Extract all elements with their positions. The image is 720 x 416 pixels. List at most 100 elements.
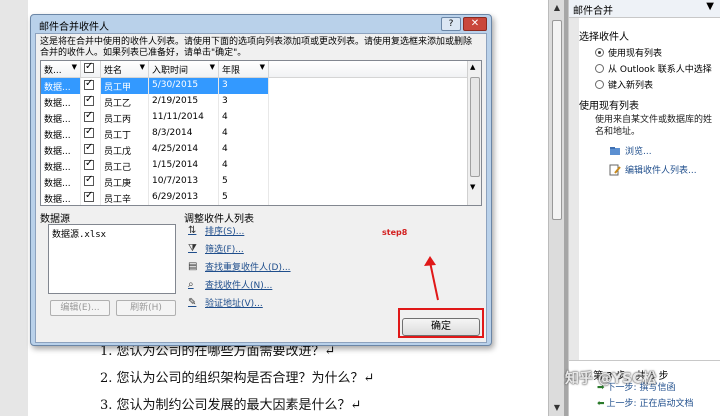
table-cell-checkbox (81, 174, 101, 190)
mail-merge-recipients-dialog: 邮件合并收件人 ? ✕ 这是将在合并中使用的收件人列表。请使用下面的选项向列表添… (30, 14, 492, 346)
step-annotation: step8 (382, 228, 408, 237)
column-header-years[interactable]: 年限 ▼ (219, 61, 269, 77)
table-cell: 5/30/2015 (149, 78, 219, 94)
table-row[interactable]: 数据... 员工乙2/19/20153 (41, 94, 481, 110)
table-cell: 3 (219, 78, 269, 94)
table-cell: 数据... (41, 142, 81, 158)
dialog-instructions: 这是将在合并中使用的收件人列表。请使用下面的选项向列表添加项或更改列表。请使用复… (40, 37, 473, 58)
scroll-up-icon[interactable]: ▲ (551, 2, 563, 14)
table-cell-checkbox (81, 142, 101, 158)
option-label: 从 Outlook 联系人中选择 (608, 65, 712, 75)
option-label: 使用现有列表 (608, 49, 663, 59)
row-checkbox[interactable] (84, 158, 94, 170)
use-existing-heading: 使用现有列表 (579, 101, 639, 112)
validate-address-link[interactable]: ✎ 验证地址(V)... (188, 296, 263, 310)
table-cell: 员工戊 (101, 142, 149, 158)
find-icon: ⌕ (188, 278, 194, 290)
table-cell: 5 (219, 174, 269, 190)
table-cell: 4 (219, 110, 269, 126)
table-cell: 数据... (41, 190, 81, 205)
task-pane-header: 邮件合并 ▼ (569, 0, 720, 18)
find-recipient-link[interactable]: ⌕ 查找收件人(N)... (188, 278, 272, 292)
table-row[interactable]: 数据... 员工丙11/11/20144 (41, 110, 481, 126)
recipient-list[interactable]: 数...▼ 姓名▼ 入职时间▼ 年限▼ 数据...员工甲5/30/20153数据… (40, 60, 482, 206)
table-row[interactable]: 数据... 员工戊4/25/20144 (41, 142, 481, 158)
scroll-up-icon[interactable]: ▲ (470, 63, 475, 71)
column-header-hire-date[interactable]: 入职时间 ▼ (149, 61, 219, 77)
filter-icon: ⧩ (188, 242, 197, 254)
edit-list-icon (609, 164, 621, 176)
table-row[interactable]: 数据... 员工辛6/29/20135 (41, 190, 481, 205)
refresh-source-button[interactable]: 刷新(H) (116, 300, 176, 316)
data-source-label: 数据源 (40, 214, 70, 225)
table-cell: 员工丁 (101, 126, 149, 142)
highlight-box (398, 308, 484, 338)
table-cell: 4 (219, 158, 269, 174)
table-cell: 4/25/2014 (149, 142, 219, 158)
radio-icon[interactable] (595, 80, 604, 89)
recipient-list-header: 数...▼ 姓名▼ 入职时间▼ 年限▼ (41, 61, 481, 78)
row-checkbox[interactable] (84, 142, 94, 154)
table-cell: 2/19/2015 (149, 94, 219, 110)
row-checkbox[interactable] (84, 174, 94, 186)
find-duplicates-link[interactable]: ▤ 查找重复收件人(D)... (188, 260, 291, 274)
data-source-list[interactable]: 数据源.xlsx (48, 224, 176, 294)
document-scrollbar[interactable]: ▲ ▼ (548, 0, 564, 416)
option-use-existing[interactable]: 使用现有列表 (595, 46, 712, 59)
sort-link[interactable]: ⇅ 排序(S)... (188, 224, 244, 238)
table-cell: 员工庚 (101, 174, 149, 190)
document-left-margin (0, 0, 28, 416)
option-label: 键入新列表 (608, 81, 654, 91)
table-cell: 数据... (41, 126, 81, 142)
previous-step-link[interactable]: ⬅ 上一步: 正在启动文档 (597, 396, 693, 409)
task-pane-scrollbar[interactable] (569, 18, 579, 360)
option-outlook[interactable]: 从 Outlook 联系人中选择 (595, 62, 712, 75)
edit-source-button[interactable]: 编辑(E)... (50, 300, 110, 316)
list-scroll-thumb[interactable] (470, 77, 480, 177)
chevron-down-icon: ▼ (259, 63, 265, 71)
scroll-down-icon[interactable]: ▼ (470, 183, 475, 191)
table-cell: 数据... (41, 174, 81, 190)
document-line-3: 3. 您认为制约公司发展的最大因素是什么？↵ (100, 398, 362, 413)
option-new-list[interactable]: 键入新列表 (595, 78, 712, 91)
browse-icon (609, 145, 621, 157)
chevron-down-icon: ▼ (71, 63, 77, 71)
arrow-left-icon: ⬅ (597, 399, 605, 409)
browse-link[interactable]: 浏览... (609, 144, 712, 157)
row-checkbox[interactable] (84, 126, 94, 138)
table-row[interactable]: 数据... 员工丁8/3/20144 (41, 126, 481, 142)
table-cell: 员工甲 (101, 78, 149, 94)
chevron-down-icon: ▼ (209, 63, 215, 71)
browse-link-label: 浏览... (625, 147, 652, 157)
chevron-down-icon[interactable]: ▼ (706, 1, 714, 12)
edit-recipient-list-link[interactable]: 编辑收件人列表... (609, 163, 712, 176)
table-cell: 员工辛 (101, 190, 149, 205)
table-cell: 10/7/2013 (149, 174, 219, 190)
column-header-source[interactable]: 数... ▼ (41, 61, 81, 77)
select-all-checkbox[interactable] (84, 61, 94, 73)
table-row[interactable]: 数据... 员工己1/15/20144 (41, 158, 481, 174)
select-recipients-heading: 选择收件人 (579, 32, 629, 43)
help-button[interactable]: ? (441, 17, 461, 31)
row-checkbox[interactable] (84, 78, 94, 90)
table-cell: 11/11/2014 (149, 110, 219, 126)
radio-icon[interactable] (595, 64, 604, 73)
document-scroll-thumb[interactable] (552, 20, 562, 220)
filter-link[interactable]: ⧩ 筛选(F)... (188, 242, 244, 256)
row-checkbox[interactable] (84, 110, 94, 122)
row-checkbox[interactable] (84, 94, 94, 106)
scroll-down-icon[interactable]: ▼ (551, 402, 563, 414)
data-source-item[interactable]: 数据源.xlsx (49, 225, 175, 242)
table-cell: 员工丙 (101, 110, 149, 126)
column-header-name[interactable]: 姓名 ▼ (101, 61, 149, 77)
column-header-check[interactable] (81, 61, 101, 77)
table-cell-checkbox (81, 126, 101, 142)
row-checkbox[interactable] (84, 190, 94, 202)
table-row[interactable]: 数据... 员工甲5/30/20153 (41, 78, 481, 94)
table-row[interactable]: 数据... 员工庚10/7/20135 (41, 174, 481, 190)
sort-icon: ⇅ (188, 224, 197, 236)
list-scrollbar[interactable]: ▲ ▼ (467, 61, 481, 205)
radio-selected-icon[interactable] (595, 48, 604, 57)
table-cell-checkbox (81, 94, 101, 110)
close-button[interactable]: ✕ (463, 17, 487, 31)
